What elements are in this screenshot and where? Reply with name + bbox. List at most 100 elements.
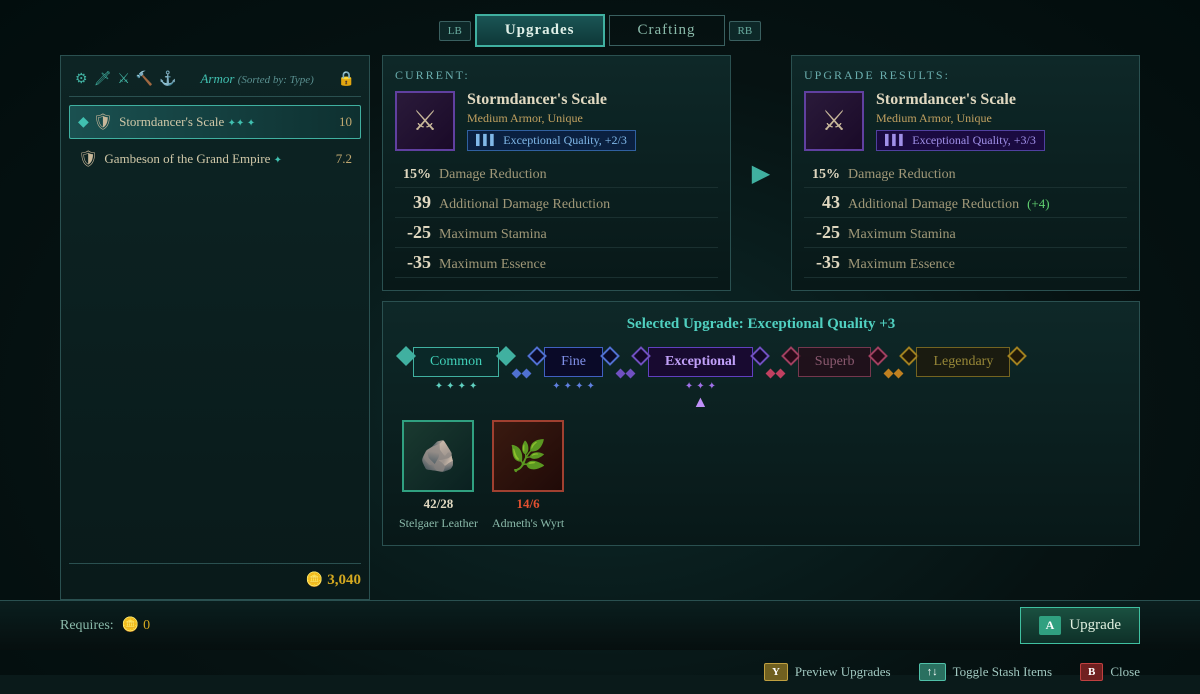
stat-val-1: 39 [395,192,431,213]
tab-upgrades[interactable]: Upgrades [475,14,605,47]
material-admeths-wyrt: 🌿 14/6 Admeth's Wyrt [492,420,564,531]
upgrade-stat-label-0: Damage Reduction [848,167,956,183]
armor-label: Armor (Sorted by: Type) [200,71,313,86]
stat-label-1: Additional Damage Reduction [439,197,610,213]
current-item-info: Stormdancer's Scale Medium Armor, Unique… [467,91,718,151]
fine-indicator-right [600,346,620,366]
stat-label-3: Maximum Essence [439,257,546,273]
crossed-swords-icon: ⚔ [117,71,130,88]
upgrade-stat-row-0: 15% Damage Reduction [804,163,1127,188]
material-stelgaer-leather: 🪨 42/28 Stelgaer Leather [399,420,478,531]
exceptional-stars: ✦ ✦ ✦ [685,381,716,392]
selected-upgrade-value: Exceptional Quality +3 [748,316,896,332]
upgrade-button[interactable]: A Upgrade [1020,607,1140,644]
sidebar-icons: ⚙ 🗡 ⚔ 🔨 ⚓ [75,71,177,88]
current-quality-badge: ▌▌▌ Exceptional Quality, +2/3 [467,130,636,151]
material-count-2: 14/6 [517,496,540,512]
y-key: Y [764,663,788,681]
compare-arrow: ▶ [741,159,781,188]
stat-val-2: -25 [395,222,431,243]
node-fine: Fine ✦ ✦ ✦ ✦ [530,347,617,392]
currency-value: 3,040 [327,572,361,589]
upgrade-result-thumb: ⚔ [804,91,864,151]
settings-icon: ⚙ [75,71,88,88]
item-name-2: Gambeson of the Grand Empire ✦ [104,151,331,167]
upgrade-result-subtitle: Medium Armor, Unique [876,111,1127,126]
upgrade-quality-dots: ▌▌▌ [885,135,906,146]
anchor-icon: ⚓ [159,71,176,88]
item-weight-2: 7.2 [336,151,352,167]
current-title: CURRENT: [395,68,718,83]
current-item-subtitle: Medium Armor, Unique [467,111,718,126]
upgrade-button-label: Upgrade [1069,617,1121,634]
upgrade-result-quality-badge: ▌▌▌ Exceptional Quality, +3/3 [876,130,1045,151]
left-trigger[interactable]: LB [439,21,471,41]
exceptional-label[interactable]: Exceptional [648,347,753,377]
upgrade-stat-label-1: Additional Damage Reduction [848,197,1019,213]
upgrade-stat-row-3: -35 Maximum Essence [804,248,1127,278]
footer-preview-upgrades[interactable]: Y Preview Upgrades [764,663,891,681]
tab-crafting[interactable]: Crafting [609,15,725,46]
superb-indicator-right [869,346,889,366]
selected-upgrade-prefix: Selected Upgrade: [627,316,748,332]
footer-close[interactable]: B Close [1080,663,1140,681]
fine-stars: ✦ ✦ ✦ ✦ [552,381,595,392]
connector-4 [885,370,902,377]
upgrade-key: A [1039,616,1062,635]
upgrade-stat-row-1: 43 Additional Damage Reduction (+4) [804,188,1127,218]
connector-2 [617,370,634,377]
connector-3 [767,370,784,377]
connector-diamond-3 [616,369,626,379]
top-nav: LB Upgrades Crafting RB [0,0,1200,55]
sidebar-item-stormdancers-scale[interactable]: ◆ 🛡 Stormdancer's Scale ✦✦ ✦ 10 [69,105,361,139]
footer-toggle-stash[interactable]: ↑↓ Toggle Stash Items [919,663,1052,681]
current-item-thumb: ⚔ [395,91,455,151]
upgrade-result-quality-label: Exceptional Quality, +3/3 [912,133,1036,148]
common-stars: ✦ ✦ ✦ ✦ [435,381,478,392]
upgrade-stat-val-1: 43 [804,192,840,213]
b-key: B [1080,663,1103,681]
upgrade-stat-val-0: 15% [804,167,840,183]
requires-label: Requires: [60,618,114,634]
current-box: CURRENT: ⚔ Stormdancer's Scale Medium Ar… [382,55,731,291]
stash-key: ↑↓ [919,663,946,681]
armor-label-group: Armor (Sorted by: Type) [200,70,313,88]
legendary-label[interactable]: Legendary [916,347,1010,377]
armor-icon-1: 🛡 [93,112,113,132]
superb-label[interactable]: Superb [798,347,872,377]
stat-row-0: 15% Damage Reduction [395,163,718,188]
right-trigger[interactable]: RB [729,21,762,41]
compare-row: CURRENT: ⚔ Stormdancer's Scale Medium Ar… [382,55,1140,291]
upgrade-selector: Selected Upgrade: Exceptional Quality +3… [382,301,1140,546]
material-icon-1: 🪨 [402,420,474,492]
current-quality-label: Exceptional Quality, +2/3 [503,133,627,148]
bottom-bar: Requires: 🪙 0 A Upgrade [0,600,1200,650]
node-exceptional: Exceptional ✦ ✦ ✦ ▲ [634,347,767,412]
sidebar-item-gambeson[interactable]: 🛡 Gambeson of the Grand Empire ✦ 7.2 [69,142,361,176]
selected-indicator: ◆ [78,114,89,131]
item-weight-1: 10 [339,114,352,130]
exceptional-indicator-right [750,346,770,366]
stat-row-1: 39 Additional Damage Reduction [395,188,718,218]
upgrade-result-item-header: ⚔ Stormdancer's Scale Medium Armor, Uniq… [804,91,1127,151]
node-legendary: Legendary [902,347,1024,377]
upgrade-stat-label-2: Maximum Stamina [848,227,956,243]
stat-label-0: Damage Reduction [439,167,547,183]
armor-icon-2: 🛡 [78,149,98,169]
common-label[interactable]: Common [413,347,499,377]
upgrade-result-box: UPGRADE RESULTS: ⚔ Stormdancer's Scale M… [791,55,1140,291]
fine-label[interactable]: Fine [544,347,603,377]
connector-diamond-1 [512,369,522,379]
quality-tier-dots: ▌▌▌ [476,135,497,146]
upgrade-result-info: Stormdancer's Scale Medium Armor, Unique… [876,91,1127,151]
upgrade-track: Common ✦ ✦ ✦ ✦ [399,347,1123,412]
upgrade-stat-val-2: -25 [804,222,840,243]
stat-val-3: -35 [395,252,431,273]
upgrade-result-stats: 15% Damage Reduction 43 Additional Damag… [804,163,1127,278]
stat-row-2: -25 Maximum Stamina [395,218,718,248]
sword-icon: 🗡 [94,71,112,88]
node-superb: Superb [784,347,886,377]
common-indicator-right [496,346,516,366]
current-stats: 15% Damage Reduction 39 Additional Damag… [395,163,718,278]
connector-diamond-7 [884,369,894,379]
